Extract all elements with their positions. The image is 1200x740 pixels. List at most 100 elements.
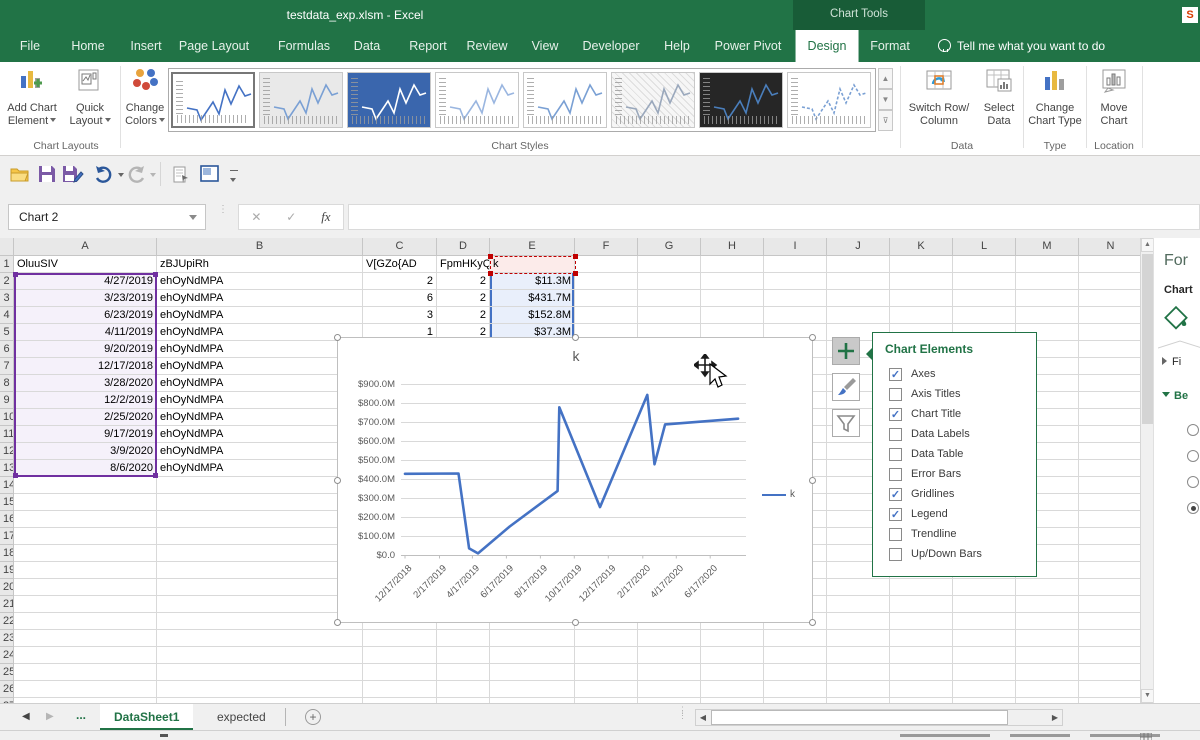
cell-d24[interactable] — [437, 647, 490, 664]
column-header-c[interactable]: C — [363, 238, 437, 256]
cell-d4[interactable]: 2 — [437, 307, 490, 324]
cell-b24[interactable] — [157, 647, 363, 664]
tab-view[interactable]: View — [532, 30, 559, 62]
namebox-dropdown-caret[interactable] — [189, 215, 197, 220]
chart-legend[interactable]: k — [762, 489, 795, 500]
tab-review[interactable]: Review — [467, 30, 508, 62]
cell-m20[interactable] — [1016, 579, 1079, 596]
cell-h3[interactable] — [701, 290, 764, 307]
cell-n20[interactable] — [1079, 579, 1140, 596]
gallery-more-button[interactable]: ⊽ — [878, 110, 893, 131]
cell-a10[interactable]: 2/25/2020 — [14, 409, 157, 426]
cell-e1[interactable]: k — [490, 256, 575, 273]
cell-b8[interactable]: ehOyNdMPA — [157, 375, 363, 392]
column-header-i[interactable]: I — [764, 238, 827, 256]
cell-b22[interactable] — [157, 613, 363, 630]
pane-radio-option-3[interactable] — [1187, 476, 1199, 488]
chart-element-item-data-table[interactable]: Data Table — [889, 444, 982, 464]
formula-input[interactable] — [348, 204, 1200, 230]
cell-l23[interactable] — [953, 630, 1016, 647]
cell-k25[interactable] — [890, 664, 953, 681]
column-header-k[interactable]: K — [890, 238, 953, 256]
quick-layout-button[interactable]: Quick Layout — [64, 66, 116, 128]
chart-element-item-legend[interactable]: ✓ Legend — [889, 504, 982, 524]
cell-k2[interactable] — [890, 273, 953, 290]
cell-l20[interactable] — [953, 579, 1016, 596]
cell-i26[interactable] — [764, 681, 827, 698]
change-colors-button[interactable]: Change Colors — [122, 66, 168, 128]
cell-n17[interactable] — [1079, 528, 1140, 545]
row-header-21[interactable]: 21 — [0, 596, 14, 613]
paste-values-icon[interactable] — [172, 165, 190, 185]
cell-n14[interactable] — [1079, 477, 1140, 494]
row-header-25[interactable]: 25 — [0, 664, 14, 681]
cell-k22[interactable] — [890, 613, 953, 630]
cell-g23[interactable] — [638, 630, 701, 647]
cell-b16[interactable] — [157, 511, 363, 528]
row-header-4[interactable]: 4 — [0, 307, 14, 324]
row-header-13[interactable]: 13 — [0, 460, 14, 477]
border-section-header[interactable]: Be — [1162, 390, 1188, 402]
tab-file[interactable]: File — [20, 30, 40, 62]
chart-element-item-axes[interactable]: ✓ Axes — [889, 364, 982, 384]
cell-f3[interactable] — [575, 290, 638, 307]
cell-e2[interactable]: $11.3M — [490, 273, 575, 290]
checkbox-unchecked-icon[interactable] — [889, 547, 902, 561]
chart-selection-handle[interactable] — [809, 334, 816, 341]
cell-n11[interactable] — [1079, 426, 1140, 443]
new-sheet-button[interactable]: + — [305, 709, 321, 725]
checkbox-checked-icon[interactable]: ✓ — [889, 367, 902, 381]
tab-design[interactable]: Design — [795, 30, 859, 62]
chart-selection-handle[interactable] — [334, 334, 341, 341]
cell-j21[interactable] — [827, 596, 890, 613]
cell-h4[interactable] — [701, 307, 764, 324]
pane-subtitle[interactable]: Chart — [1164, 284, 1193, 296]
cell-a4[interactable]: 6/23/2019 — [14, 307, 157, 324]
row-header-5[interactable]: 5 — [0, 324, 14, 341]
cell-b17[interactable] — [157, 528, 363, 545]
add-chart-element-button[interactable]: Add Chart Element — [2, 66, 62, 128]
row-header-2[interactable]: 2 — [0, 273, 14, 290]
cell-d25[interactable] — [437, 664, 490, 681]
cell-d23[interactable] — [437, 630, 490, 647]
row-header-3[interactable]: 3 — [0, 290, 14, 307]
tab-power-pivot[interactable]: Power Pivot — [715, 30, 782, 62]
cell-l22[interactable] — [953, 613, 1016, 630]
cell-e25[interactable] — [490, 664, 575, 681]
cell-a2[interactable]: 4/27/2019 — [14, 273, 157, 290]
tab-data[interactable]: Data — [354, 30, 380, 62]
grid-view-icon[interactable] — [1140, 733, 1152, 740]
cell-n1[interactable] — [1079, 256, 1140, 273]
checkbox-unchecked-icon[interactable] — [889, 467, 902, 481]
cell-n21[interactable] — [1079, 596, 1140, 613]
column-header-l[interactable]: L — [953, 238, 1016, 256]
chart-selection-handle[interactable] — [572, 619, 579, 626]
cell-b12[interactable]: ehOyNdMPA — [157, 443, 363, 460]
cell-n12[interactable] — [1079, 443, 1140, 460]
cell-b9[interactable]: ehOyNdMPA — [157, 392, 363, 409]
cell-a20[interactable] — [14, 579, 157, 596]
cell-m23[interactable] — [1016, 630, 1079, 647]
cell-n25[interactable] — [1079, 664, 1140, 681]
row-header-24[interactable]: 24 — [0, 647, 14, 664]
scroll-right-button[interactable]: ▶ — [1048, 710, 1062, 725]
cell-n26[interactable] — [1079, 681, 1140, 698]
tab-formulas[interactable]: Formulas — [278, 30, 330, 62]
cell-b26[interactable] — [157, 681, 363, 698]
cell-b1[interactable]: zBJUpiRh — [157, 256, 363, 273]
chart-style-thumbnail-6[interactable] — [611, 72, 695, 128]
row-header-26[interactable]: 26 — [0, 681, 14, 698]
cell-n15[interactable] — [1079, 494, 1140, 511]
tab-format[interactable]: Format — [870, 30, 910, 62]
cell-l24[interactable] — [953, 647, 1016, 664]
cell-b21[interactable] — [157, 596, 363, 613]
cell-k21[interactable] — [890, 596, 953, 613]
cell-n2[interactable] — [1079, 273, 1140, 290]
row-header-11[interactable]: 11 — [0, 426, 14, 443]
qat-more-button[interactable] — [230, 170, 238, 182]
chart-style-thumbnail-7[interactable] — [699, 72, 783, 128]
sheet-nav-left[interactable]: ◀ — [22, 711, 30, 722]
checkbox-checked-icon[interactable]: ✓ — [889, 407, 902, 421]
tab-insert[interactable]: Insert — [130, 30, 161, 62]
pane-radio-option-2[interactable] — [1187, 450, 1199, 462]
